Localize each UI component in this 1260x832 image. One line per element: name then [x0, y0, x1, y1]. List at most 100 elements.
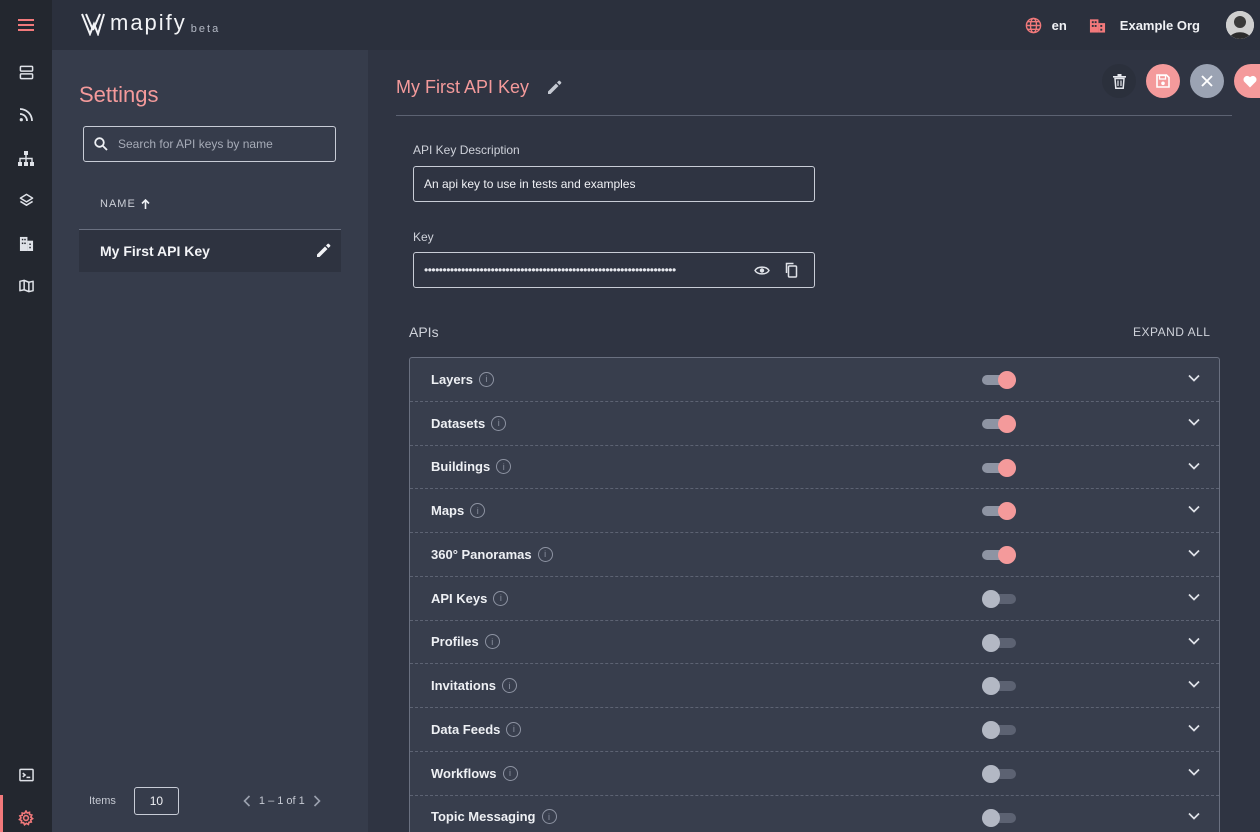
user-avatar-icon: [1226, 11, 1254, 39]
api-enabled-toggle[interactable]: [982, 633, 1016, 652]
nav-console[interactable]: [0, 760, 52, 790]
heart-icon: [1243, 75, 1257, 87]
paginator: Items 10 1 – 1 of 1: [89, 786, 339, 816]
apis-section-title: APIs: [409, 324, 439, 340]
api-enabled-toggle[interactable]: [982, 414, 1016, 433]
close-button[interactable]: [1190, 64, 1224, 98]
menu-icon: [18, 19, 34, 31]
api-row[interactable]: API Keys i: [410, 577, 1219, 621]
trash-icon: [1112, 73, 1126, 89]
info-icon[interactable]: i: [502, 678, 518, 694]
api-key-editor: My First API Key API Key Description An …: [368, 50, 1260, 832]
logo-text: mapify: [110, 10, 187, 35]
api-name: Maps: [431, 503, 465, 519]
api-row[interactable]: Buildings i: [410, 446, 1219, 490]
chevron-down-icon[interactable]: [1188, 812, 1200, 820]
search-box[interactable]: [83, 126, 336, 162]
save-button[interactable]: [1146, 64, 1180, 98]
expand-all-button[interactable]: EXPAND ALL: [1133, 325, 1210, 339]
globe-icon[interactable]: [1025, 17, 1042, 34]
language-selector[interactable]: en: [1052, 18, 1067, 33]
chevron-down-icon[interactable]: [1188, 418, 1200, 426]
favorite-button[interactable]: [1234, 64, 1260, 98]
nav-settings[interactable]: [0, 803, 52, 832]
previous-page-icon[interactable]: [243, 795, 251, 807]
api-row[interactable]: Layers i: [410, 358, 1219, 402]
api-row[interactable]: Maps i: [410, 489, 1219, 533]
toggle-knob: [982, 721, 1000, 739]
api-row[interactable]: 360° Panoramas i: [410, 533, 1219, 577]
api-key-title: My First API Key: [396, 77, 530, 97]
chevron-down-icon[interactable]: [1188, 680, 1200, 688]
info-icon[interactable]: i: [478, 371, 494, 387]
api-enabled-toggle[interactable]: [982, 589, 1016, 608]
servers-icon: [19, 65, 33, 79]
info-icon[interactable]: i: [470, 503, 486, 519]
info-icon[interactable]: i: [506, 721, 522, 737]
nav-buildings[interactable]: [0, 228, 52, 258]
api-enabled-toggle[interactable]: [982, 458, 1016, 477]
api-row[interactable]: Topic Messaging i: [410, 796, 1219, 832]
search-input[interactable]: [118, 137, 318, 151]
delete-button[interactable]: [1102, 64, 1136, 98]
info-icon[interactable]: i: [484, 634, 500, 650]
top-bar: mapify beta en Example Org: [0, 0, 1260, 50]
page-size-select[interactable]: 10: [133, 787, 179, 815]
api-row[interactable]: Profiles i: [410, 621, 1219, 665]
nav-layers[interactable]: [0, 185, 52, 215]
chevron-down-icon[interactable]: [1188, 549, 1200, 557]
page-title: Settings: [79, 82, 159, 107]
menu-button[interactable]: [0, 0, 52, 50]
nav-maps[interactable]: [0, 271, 52, 301]
toggle-knob: [998, 458, 1016, 477]
api-row[interactable]: Datasets i: [410, 402, 1219, 446]
items-per-page-label: Items: [89, 795, 116, 807]
list-item[interactable]: My First API Key: [79, 230, 341, 272]
chevron-down-icon[interactable]: [1188, 724, 1200, 732]
info-icon[interactable]: i: [491, 415, 507, 431]
api-enabled-toggle[interactable]: [982, 502, 1016, 521]
sort-ascending-icon: [141, 199, 150, 209]
info-icon[interactable]: i: [537, 546, 553, 562]
info-icon[interactable]: i: [496, 459, 512, 475]
api-enabled-toggle[interactable]: [982, 546, 1016, 564]
api-enabled-toggle[interactable]: [982, 764, 1016, 783]
nav-data-feeds[interactable]: [0, 100, 52, 130]
nav-datasets[interactable]: [0, 57, 52, 87]
chevron-down-icon[interactable]: [1188, 462, 1200, 470]
edit-title-icon[interactable]: [547, 80, 562, 95]
organization-icon[interactable]: [1089, 17, 1106, 33]
api-key-name: My First API Key: [100, 243, 210, 259]
avatar[interactable]: [1226, 11, 1254, 39]
api-row[interactable]: Workflows i: [410, 752, 1219, 796]
next-page-icon[interactable]: [313, 795, 321, 807]
chevron-down-icon[interactable]: [1188, 768, 1200, 776]
show-key-icon[interactable]: [754, 265, 770, 276]
api-enabled-toggle[interactable]: [982, 371, 1016, 389]
chevron-down-icon[interactable]: [1188, 374, 1200, 382]
organization-name[interactable]: Example Org: [1120, 18, 1200, 33]
nav-hierarchy[interactable]: [0, 143, 52, 173]
copy-icon[interactable]: [784, 262, 798, 278]
api-enabled-toggle[interactable]: [982, 808, 1016, 827]
api-row[interactable]: Data Feeds i: [410, 708, 1219, 752]
info-icon[interactable]: i: [493, 590, 509, 606]
edit-icon[interactable]: [316, 243, 331, 258]
chevron-down-icon[interactable]: [1188, 637, 1200, 645]
chevron-down-icon[interactable]: [1188, 505, 1200, 513]
app-logo[interactable]: mapify beta: [80, 10, 220, 36]
page-range: 1 – 1 of 1: [258, 795, 305, 807]
info-icon[interactable]: i: [502, 765, 518, 781]
left-nav-rail: [0, 50, 52, 832]
key-field[interactable]: ••••••••••••••••••••••••••••••••••••••••…: [413, 252, 815, 288]
api-enabled-toggle[interactable]: [982, 677, 1016, 696]
description-field[interactable]: An api key to use in tests and examples: [413, 166, 815, 202]
column-label: NAME: [100, 198, 136, 210]
info-icon[interactable]: i: [541, 809, 557, 825]
toggle-knob: [982, 589, 1000, 608]
name-column-header[interactable]: NAME: [100, 198, 150, 210]
key-label: Key: [413, 230, 434, 244]
api-row[interactable]: Invitations i: [410, 664, 1219, 708]
api-enabled-toggle[interactable]: [982, 721, 1016, 739]
chevron-down-icon[interactable]: [1188, 593, 1200, 601]
